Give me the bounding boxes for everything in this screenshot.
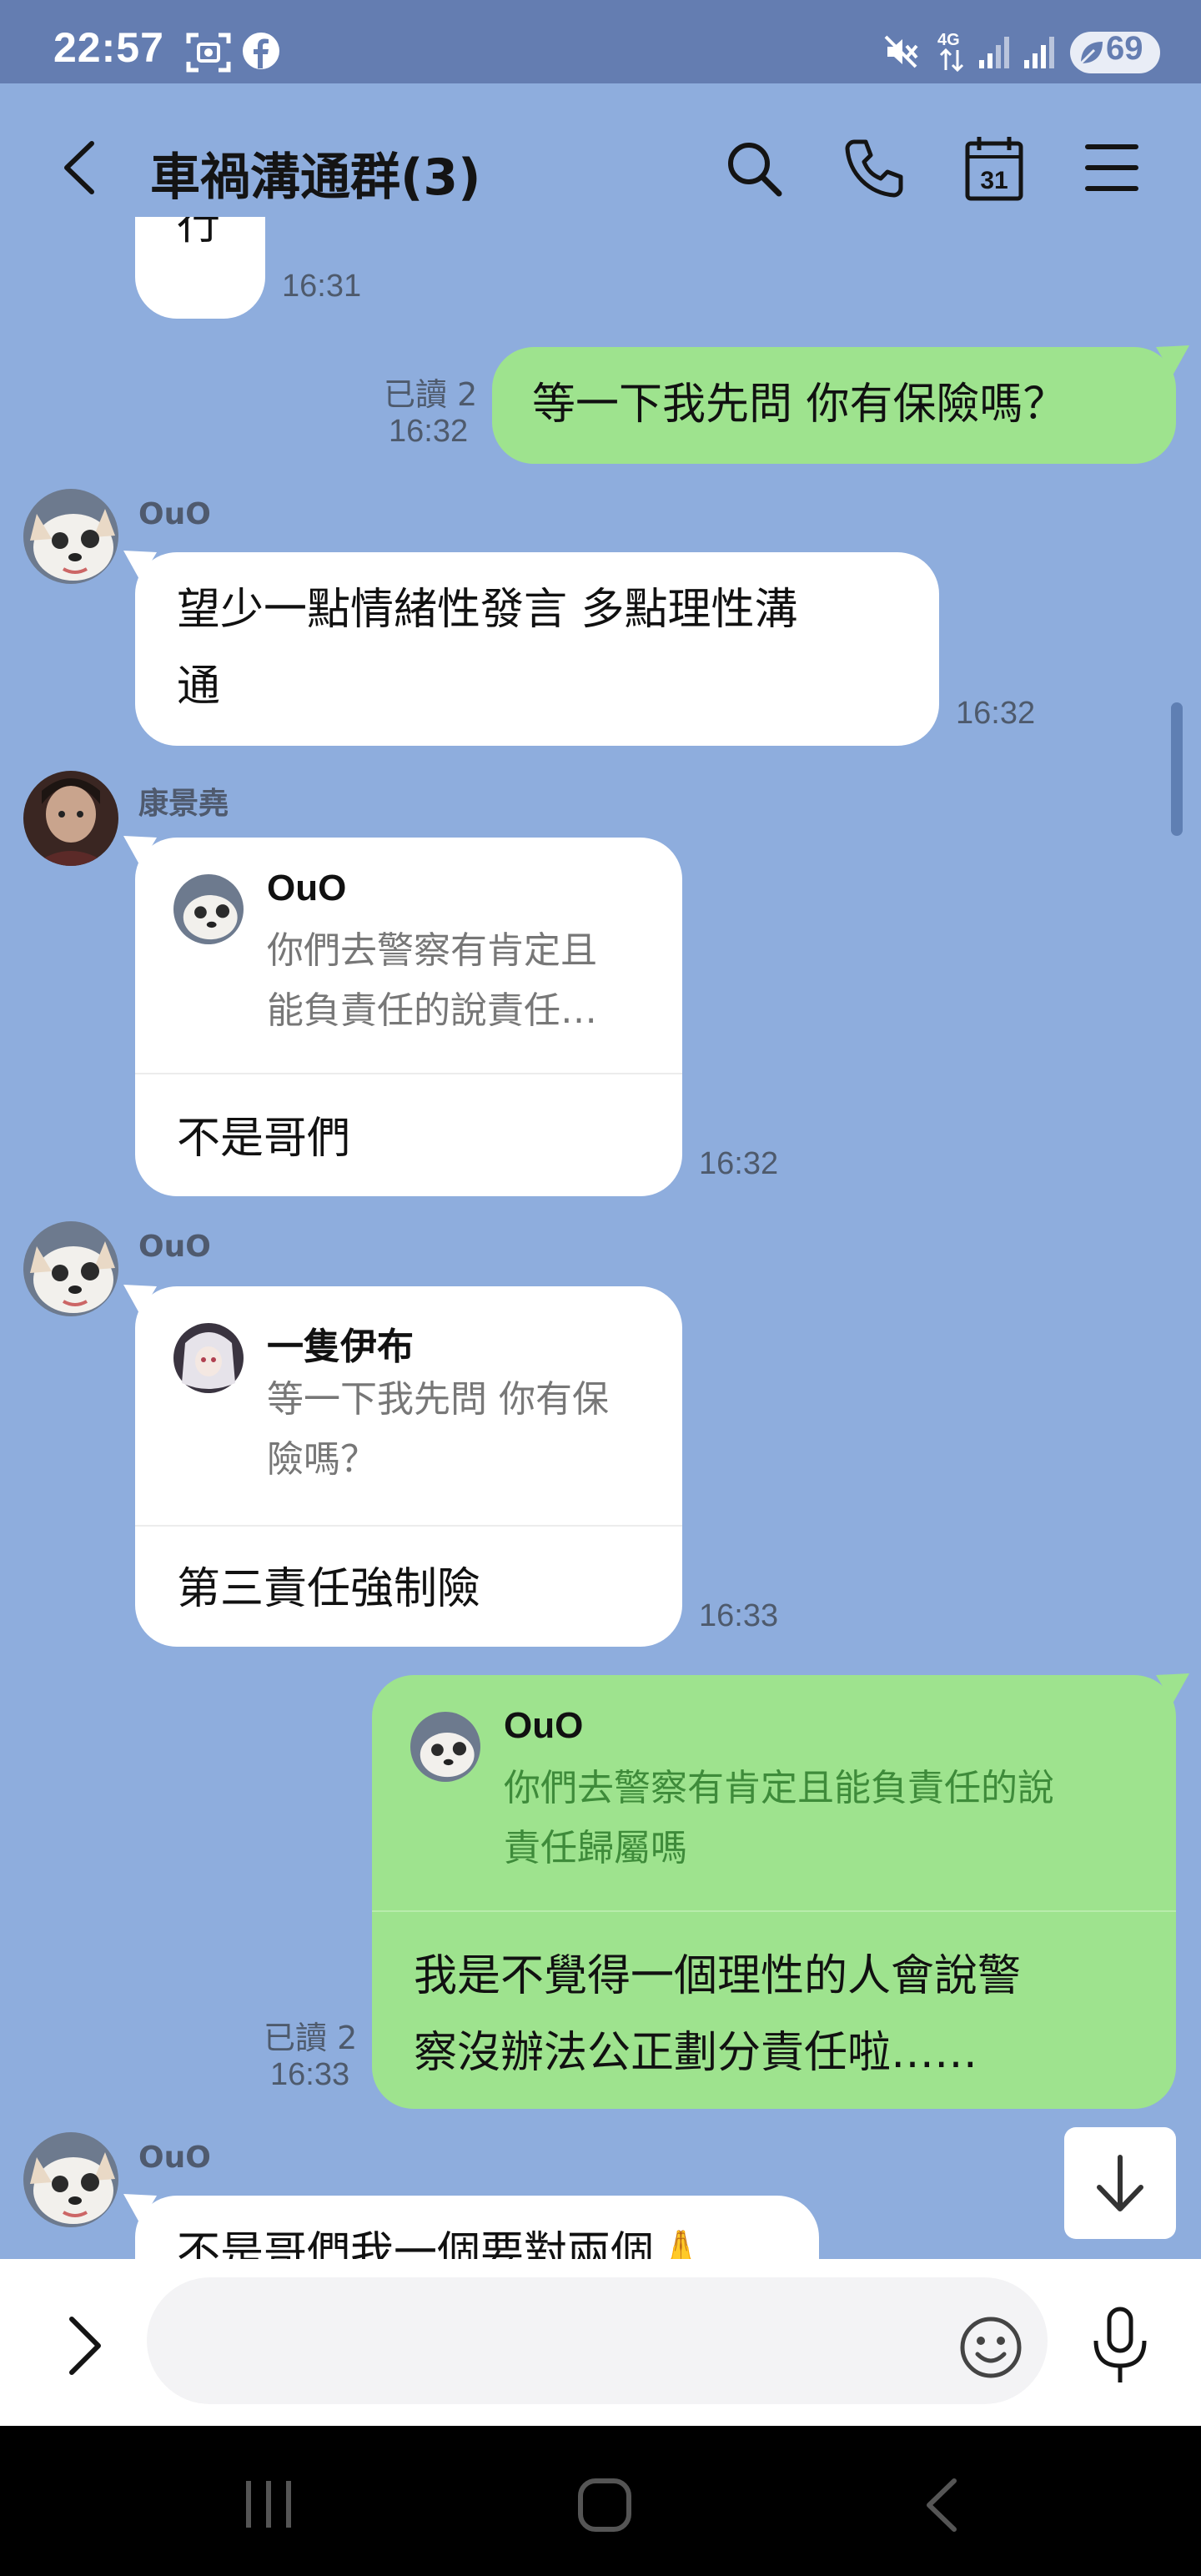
message-time: 16:31 [282,269,362,304]
bubble-tail [123,551,157,581]
divider [135,1073,682,1074]
avatar[interactable] [23,2132,118,2227]
divider [372,1910,1176,1912]
message-text: 行 [177,217,221,249]
quote-text: 責任歸屬嗎 [504,1827,687,1869]
recent-apps-icon[interactable] [242,2478,295,2531]
status-time: 22:57 [53,24,164,71]
message-text: 通 [177,662,221,712]
bubble-tail [1156,1673,1189,1703]
message-text: 第三責任強制險 [177,1564,481,1614]
divider [135,1525,682,1527]
quote-avatar [173,1323,244,1393]
reply-message-bubble[interactable]: OuO 你們去警察有肯定且 能負責任的說責任… 不是哥們 [135,838,682,1196]
bubble-tail [123,836,157,866]
message-text: 察沒辦法公正劃分責任啦…… [414,2028,978,2078]
message-time: 16:33 [270,2057,350,2092]
message-time: 16:32 [699,1146,779,1181]
message-bubble[interactable]: 行 [135,217,265,319]
quote-text: 你們去警察有肯定且 [267,929,597,972]
read-receipt: 已讀 2 [264,2020,358,2056]
quote-text: 險嗎？ [267,1438,377,1481]
avatar[interactable] [23,489,118,584]
arrow-down-icon [1097,2155,1143,2211]
search-icon[interactable] [724,138,784,199]
message-input[interactable] [147,2277,1048,2404]
quote-avatar [410,1712,480,1782]
sender-name: OuO [138,2141,211,2175]
mic-icon[interactable] [1089,2306,1151,2386]
message-bubble[interactable]: 望少一點情緒性發言 多點理性溝 通 [135,552,939,746]
quote-text: 能負責任的說責任… [267,989,597,1032]
menu-icon[interactable] [1084,140,1139,195]
signal-icon [1024,37,1054,68]
battery-level: 69 [1106,30,1143,67]
sender-name: OuO [138,497,211,531]
mute-icon [884,35,918,68]
message-time: 16:33 [699,1598,779,1633]
calendar-day: 31 [980,167,1008,194]
home-icon[interactable] [575,2476,634,2534]
quote-sender: OuO [504,1705,584,1746]
quote-sender: OuO [267,868,347,908]
scroll-to-bottom-button[interactable] [1064,2127,1176,2239]
message-text: 望少一點情緒性發言 多點理性溝 [177,585,798,635]
bubble-tail [123,1285,157,1315]
message-time: 16:32 [389,414,469,449]
message-text: 不是哥們 [177,1114,351,1164]
message-time: 16:32 [956,696,1036,731]
avatar[interactable] [23,1221,118,1316]
bubble-tail [123,2194,157,2224]
sender-name: OuO [138,1230,211,1264]
quote-text: 你們去警察有肯定且能負責任的說 [504,1767,1054,1809]
message-text: 等一下我先問 你有保險嗎？ [532,380,1067,430]
reply-message-bubble[interactable]: 一隻伊布 等一下我先問 你有保 險嗎？ 第三責任強制險 [135,1286,682,1647]
scrollbar[interactable] [1171,702,1183,836]
avatar[interactable] [23,771,118,866]
reply-message-bubble[interactable]: OuO 你們去警察有肯定且能負責任的說 責任歸屬嗎 我是不覺得一個理性的人會說警… [372,1675,1176,2109]
back-icon[interactable] [58,138,102,197]
status-bar: 22:57 4G 69 [0,0,1201,83]
quote-sender: 一隻伊布 [267,1326,414,1367]
bubble-tail [1156,345,1189,375]
emoji-icon[interactable] [957,2314,1024,2381]
svg-text:4G: 4G [937,31,960,49]
message-text: 我是不覺得一個理性的人會說警 [414,1951,1022,2001]
quote-avatar [173,874,244,944]
signal-icon [979,37,1009,68]
chat-title: 車禍溝通群(3) [150,148,481,207]
battery-saver-icon [1079,42,1103,65]
network-4g-icon: 4G [937,31,964,73]
calendar-icon[interactable]: 31 [964,135,1024,202]
expand-icon[interactable] [65,2314,105,2377]
sender-name: 康景堯 [138,787,229,821]
facebook-icon [243,33,279,69]
phone-icon[interactable] [842,137,906,200]
read-receipt: 已讀 2 [384,376,478,413]
nav-back-icon[interactable] [921,2476,962,2534]
quote-text: 等一下我先問 你有保 [267,1378,609,1421]
message-bubble[interactable]: 等一下我先問 你有保險嗎？ [492,347,1176,464]
screenshot-icon [186,33,231,73]
